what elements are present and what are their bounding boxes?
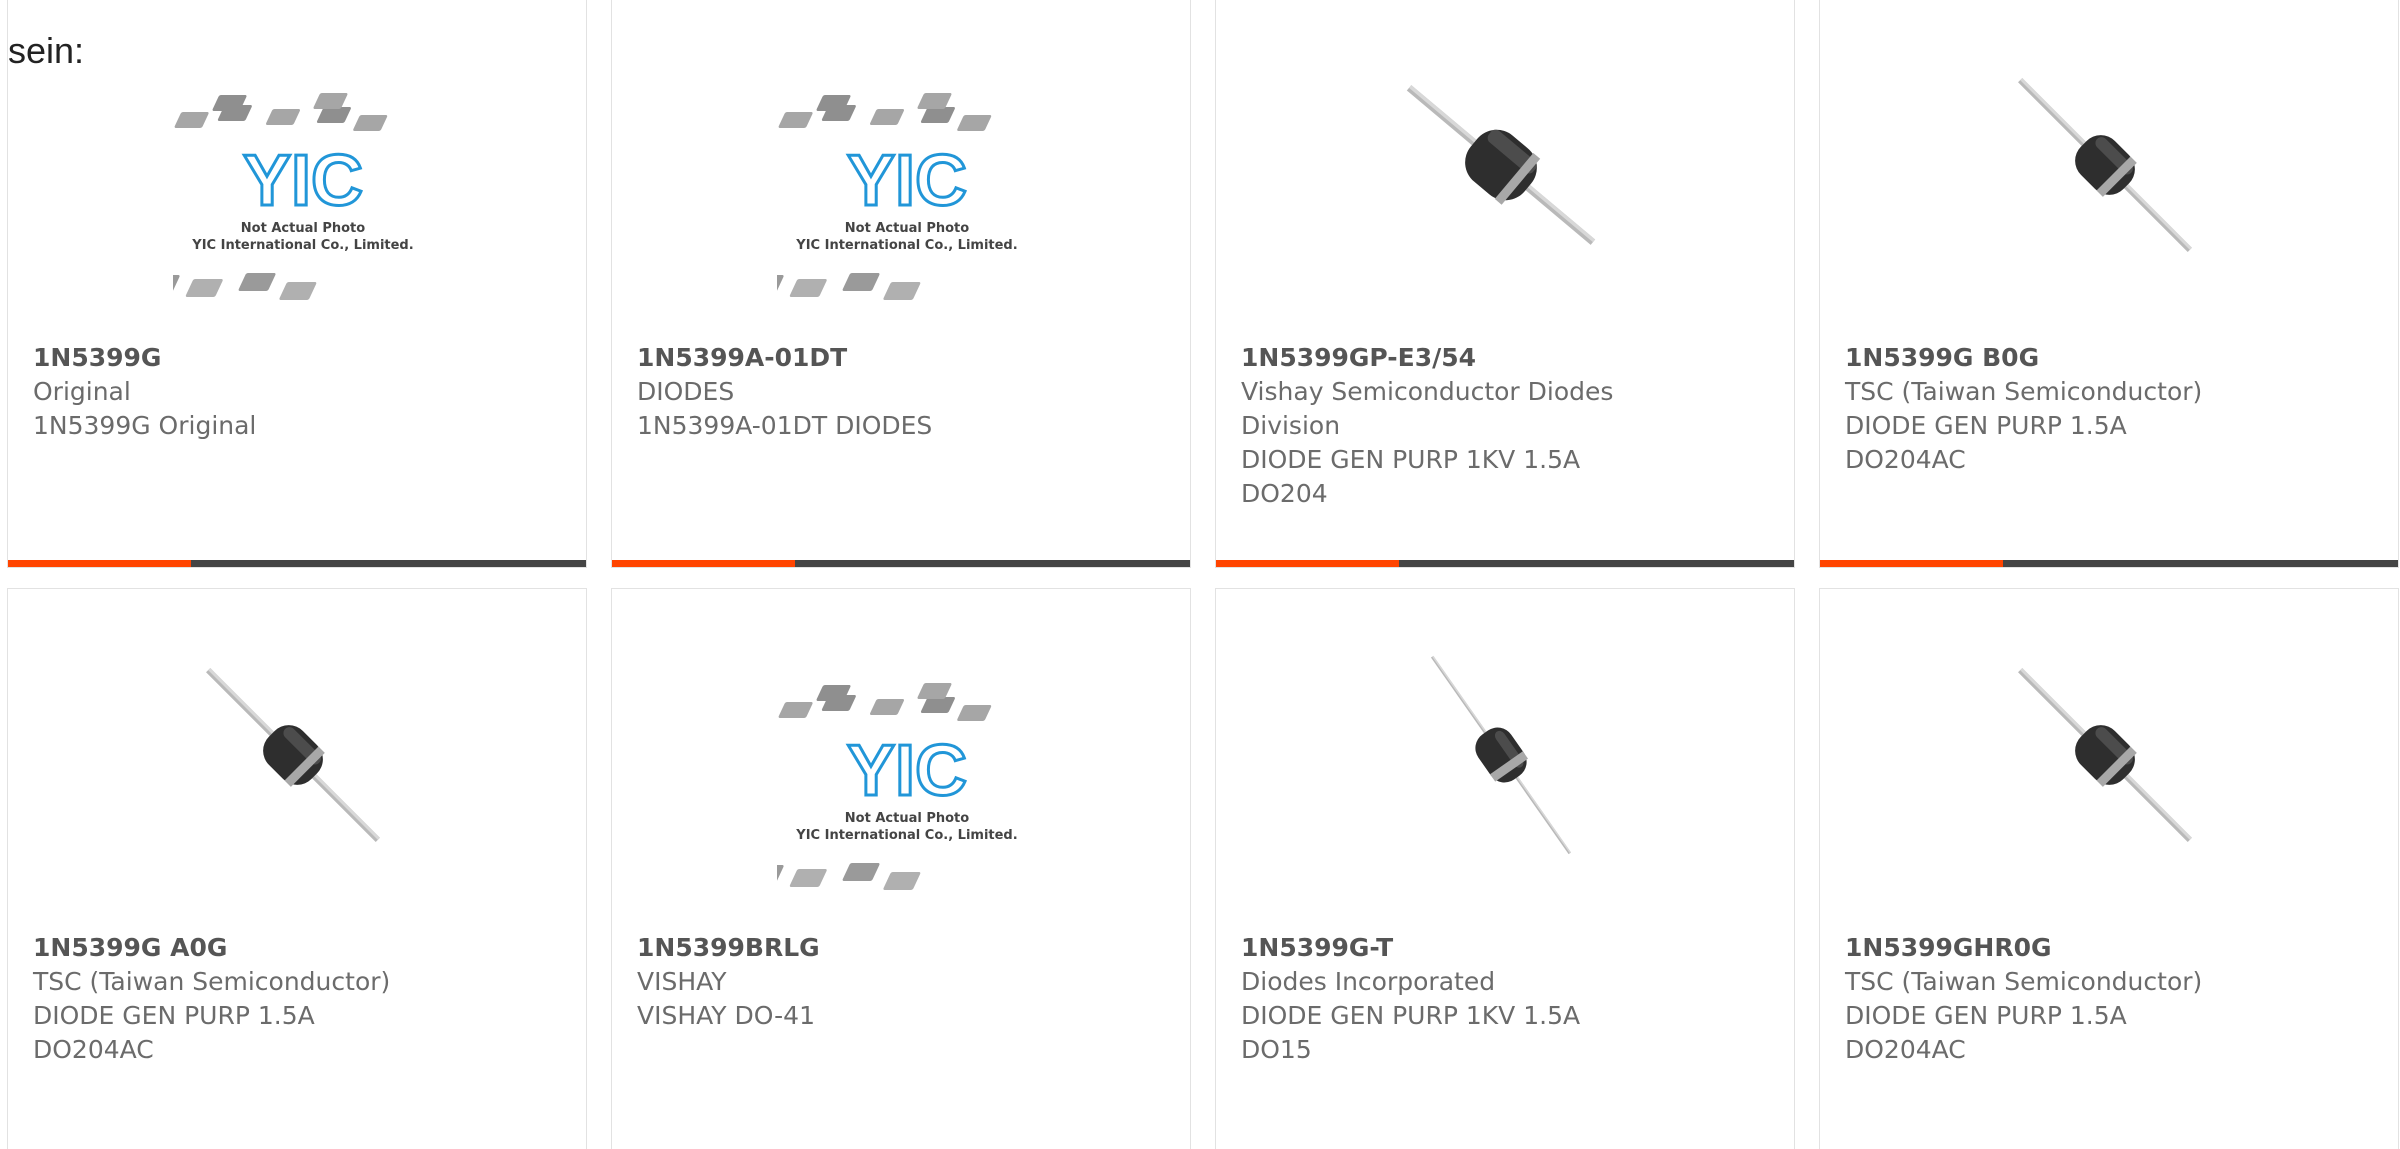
product-card[interactable]: 1N5399GP-E3/54 Vishay Semiconductor Diod… — [1215, 0, 1795, 568]
product-part-number[interactable]: 1N5399A-01DT — [637, 341, 1037, 375]
product-description: 1N5399G Original — [33, 411, 257, 440]
product-manufacturer: VISHAY — [637, 967, 727, 996]
product-manufacturer: TSC (Taiwan Semiconductor) — [1845, 377, 2203, 406]
card-accent — [612, 560, 795, 567]
product-description: DIODE GEN PURP 1.5A DO204AC — [1845, 1001, 2127, 1064]
product-card[interactable]: 1N5399G B0G TSC (Taiwan Semiconductor) D… — [1819, 0, 2399, 568]
svg-text:Not Actual Photo: Not Actual Photo — [845, 221, 969, 236]
product-manufacturer: Vishay Semiconductor Diodes Division — [1241, 377, 1614, 440]
svg-text:YIC International Co., Limited: YIC International Co., Limited. — [795, 828, 1017, 843]
product-info: 1N5399GHR0G TSC (Taiwan Semiconductor) D… — [1845, 931, 2245, 1067]
product-description: DIODE GEN PURP 1KV 1.5A DO204 — [1241, 445, 1581, 508]
product-manufacturer: Diodes Incorporated — [1241, 967, 1496, 996]
product-part-number[interactable]: 1N5399G B0G — [1845, 341, 2245, 375]
product-image — [1241, 57, 1769, 327]
svg-text:Not Actual Photo: Not Actual Photo — [241, 221, 365, 236]
product-image — [33, 647, 561, 917]
card-bottom-bar — [612, 560, 1190, 567]
product-description: VISHAY DO-41 — [637, 1001, 815, 1030]
svg-text:Not Actual Photo: Not Actual Photo — [845, 811, 969, 826]
product-part-number[interactable]: 1N5399GHR0G — [1845, 931, 2245, 965]
card-accent — [1820, 560, 2003, 567]
product-part-number[interactable]: 1N5399GP-E3/54 — [1241, 341, 1641, 375]
card-bottom-bar — [1820, 560, 2398, 567]
product-info: 1N5399BRLG VISHAY VISHAY DO-41 — [637, 931, 1037, 1033]
product-info: 1N5399GP-E3/54 Vishay Semiconductor Diod… — [1241, 341, 1641, 511]
product-card[interactable]: YIC Not Actual Photo YIC International Co.… — [611, 588, 1191, 1149]
product-manufacturer: TSC (Taiwan Semiconductor) — [33, 967, 391, 996]
product-card[interactable]: YIC Not Actual Photo YIC International Co.… — [611, 0, 1191, 568]
diode-photo — [1406, 85, 1596, 245]
intro-text: sein: — [8, 30, 85, 71]
placeholder-image: YICNot Actual Photo YIC International Co.… — [777, 683, 1018, 890]
product-info: 1N5399G A0G TSC (Taiwan Semiconductor) D… — [33, 931, 433, 1067]
product-info: 1N5399G Original 1N5399G Original — [33, 341, 433, 443]
product-part-number[interactable]: 1N5399G-T — [1241, 931, 1641, 965]
svg-text:YIC International Co., Limited: YIC International Co., Limited. — [191, 238, 413, 253]
product-description: 1N5399A-01DT DIODES — [637, 411, 933, 440]
product-description: DIODE GEN PURP 1KV 1.5A DO15 — [1241, 1001, 1581, 1064]
product-manufacturer: DIODES — [637, 377, 735, 406]
product-manufacturer: TSC (Taiwan Semiconductor) — [1845, 967, 2203, 996]
product-image: YIC Not Actual Photo YIC International Co.… — [637, 57, 1165, 327]
diode-photo — [206, 668, 380, 842]
product-image — [1845, 647, 2373, 917]
product-part-number[interactable]: 1N5399G A0G — [33, 931, 433, 965]
diode-photo — [2018, 78, 2192, 252]
yic-logo: YIC — [243, 141, 363, 221]
product-image — [1845, 57, 2373, 327]
product-card[interactable]: YIC Not Actual Photo YIC International Co.… — [7, 0, 587, 568]
product-grid-page: sein: YIC Not Actual Photo YIC Internation… — [0, 0, 2400, 1149]
yic-logo: YIC — [847, 141, 967, 221]
placeholder-image: YICNot Actual Photo YIC International Co.… — [777, 93, 1018, 300]
yic-logo: YIC — [847, 731, 967, 811]
product-part-number[interactable]: 1N5399G — [33, 341, 433, 375]
card-bottom-bar — [8, 560, 586, 567]
card-accent — [8, 560, 191, 567]
product-description: DIODE GEN PURP 1.5A DO204AC — [1845, 411, 2127, 474]
product-image — [1241, 647, 1769, 917]
product-card[interactable]: 1N5399GHR0G TSC (Taiwan Semiconductor) D… — [1819, 588, 2399, 1149]
product-image: YIC Not Actual Photo YIC International Co.… — [33, 57, 561, 327]
diode-photo — [2018, 668, 2192, 842]
product-info: 1N5399G-T Diodes Incorporated DIODE GEN … — [1241, 931, 1641, 1067]
product-info: 1N5399G B0G TSC (Taiwan Semiconductor) D… — [1845, 341, 2245, 477]
product-info: 1N5399A-01DT DIODES 1N5399A-01DT DIODES — [637, 341, 1037, 443]
card-bottom-bar — [1216, 560, 1794, 567]
card-accent — [1216, 560, 1399, 567]
product-card[interactable]: 1N5399G-T Diodes Incorporated DIODE GEN … — [1215, 588, 1795, 1149]
product-card[interactable]: 1N5399G A0G TSC (Taiwan Semiconductor) D… — [7, 588, 587, 1149]
product-part-number[interactable]: 1N5399BRLG — [637, 931, 1037, 965]
svg-text:YIC International Co., Limited: YIC International Co., Limited. — [795, 238, 1017, 253]
placeholder-image: YICNot Actual Photo YIC International Co.… — [173, 93, 414, 300]
product-image: YIC Not Actual Photo YIC International Co.… — [637, 647, 1165, 917]
product-description: DIODE GEN PURP 1.5A DO204AC — [33, 1001, 315, 1064]
diode-photo — [1430, 655, 1572, 855]
product-manufacturer: Original — [33, 377, 131, 406]
